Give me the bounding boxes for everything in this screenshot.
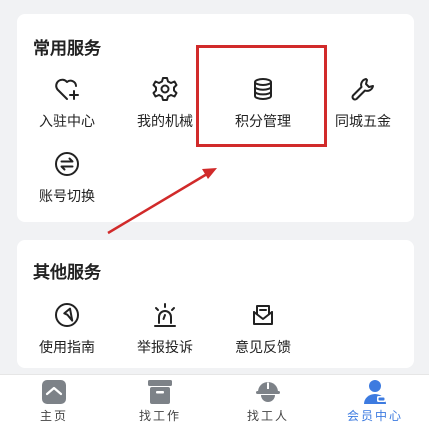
service-user-guide[interactable]: 使用指南 (17, 301, 117, 357)
gear-icon (152, 77, 178, 101)
bottom-tab-bar: 主页 找工作 找工人 会员中心 (0, 374, 429, 427)
other-services-card: 其他服务 使用指南 举报投诉 意见反馈 (17, 240, 414, 368)
tab-home[interactable]: 主页 (14, 375, 94, 424)
tab-member-center[interactable]: 会员中心 (335, 375, 415, 424)
briefcase-icon (148, 380, 172, 404)
mail-feedback-icon (253, 305, 273, 325)
service-label: 使用指南 (39, 340, 95, 356)
service-label: 同城五金 (335, 114, 391, 130)
service-label: 账号切换 (39, 189, 95, 205)
home-icon (42, 380, 66, 404)
service-local-hardware[interactable]: 同城五金 (313, 75, 413, 131)
worker-helmet-icon (256, 382, 280, 402)
tab-label: 找工作 (138, 409, 181, 423)
service-label: 入驻中心 (39, 114, 95, 130)
other-services-title: 其他服务 (33, 263, 101, 283)
tab-find-worker[interactable]: 找工人 (228, 375, 308, 424)
tab-find-job[interactable]: 找工作 (120, 375, 200, 424)
alarm-light-icon (154, 303, 176, 327)
service-report-complaint[interactable]: 举报投诉 (115, 301, 215, 357)
member-icon (364, 380, 386, 404)
wrench-icon (351, 78, 374, 101)
service-label: 意见反馈 (235, 340, 291, 356)
tab-label: 主页 (39, 409, 68, 423)
tab-label: 会员中心 (346, 409, 403, 423)
common-services-title: 常用服务 (33, 39, 101, 59)
service-switch-account[interactable]: 账号切换 (17, 150, 117, 206)
tab-label: 找工人 (246, 409, 289, 423)
navigation-icon (55, 303, 79, 327)
service-settle-center[interactable]: 入驻中心 (17, 75, 117, 131)
heart-plus-icon (55, 78, 79, 100)
service-feedback[interactable]: 意见反馈 (213, 301, 313, 357)
annotation-highlight-box (196, 45, 327, 147)
switch-icon (55, 152, 79, 176)
service-label: 举报投诉 (137, 340, 193, 356)
